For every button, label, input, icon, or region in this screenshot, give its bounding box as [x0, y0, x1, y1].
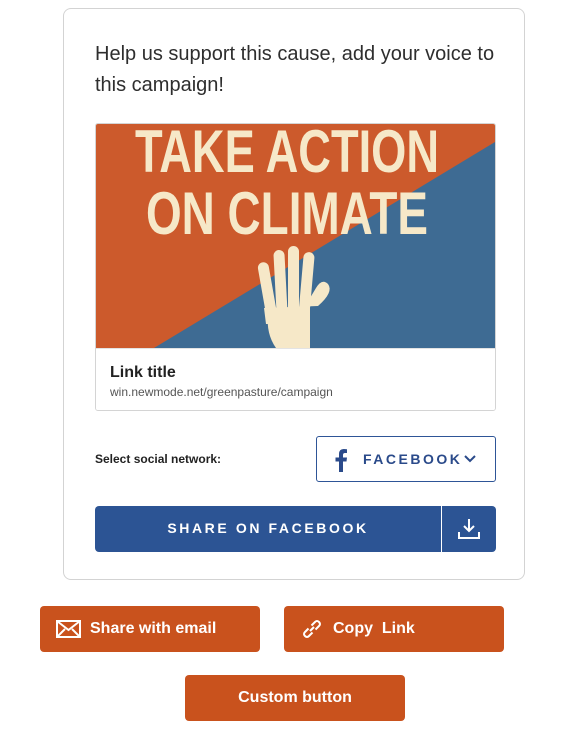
share-card: Help us support this cause, add your voi… [63, 8, 525, 580]
facebook-icon [335, 449, 347, 472]
download-image-button[interactable] [442, 506, 496, 552]
link-preview[interactable]: TAKE ACTION ON CLIMATE Link title win.ne… [95, 123, 496, 411]
share-on-facebook-button[interactable]: SHARE ON FACEBOOK [95, 506, 441, 552]
intro-text: Help us support this cause, add your voi… [95, 43, 495, 96]
link-icon [303, 620, 321, 638]
email-button-label: Share with email [90, 620, 217, 637]
custom-button-label: Custom button [238, 689, 352, 706]
download-icon [458, 519, 480, 539]
selected-network: FACEBOOK [363, 451, 463, 467]
copy-link-button[interactable]: Copy Link [284, 606, 504, 652]
social-network-select[interactable]: FACEBOOK [316, 436, 496, 482]
social-network-label: Select social network: [95, 452, 222, 466]
link-url: win.newmode.net/greenpasture/campaign [110, 385, 333, 399]
share-with-email-button[interactable]: Share with email [40, 606, 260, 652]
link-meta: Link title win.newmode.net/greenpasture/… [96, 348, 495, 410]
link-title: Link title [110, 364, 176, 381]
image-headline-2: ON CLIMATE [146, 180, 428, 247]
envelope-icon [56, 620, 81, 638]
chevron-down-icon [464, 455, 476, 463]
copy-button-label: Copy Link [333, 620, 415, 637]
image-headline-1: TAKE ACTION [135, 124, 439, 185]
custom-button[interactable]: Custom button [185, 675, 405, 721]
campaign-image: TAKE ACTION ON CLIMATE [96, 124, 495, 348]
share-button-label: SHARE ON FACEBOOK [167, 520, 369, 536]
